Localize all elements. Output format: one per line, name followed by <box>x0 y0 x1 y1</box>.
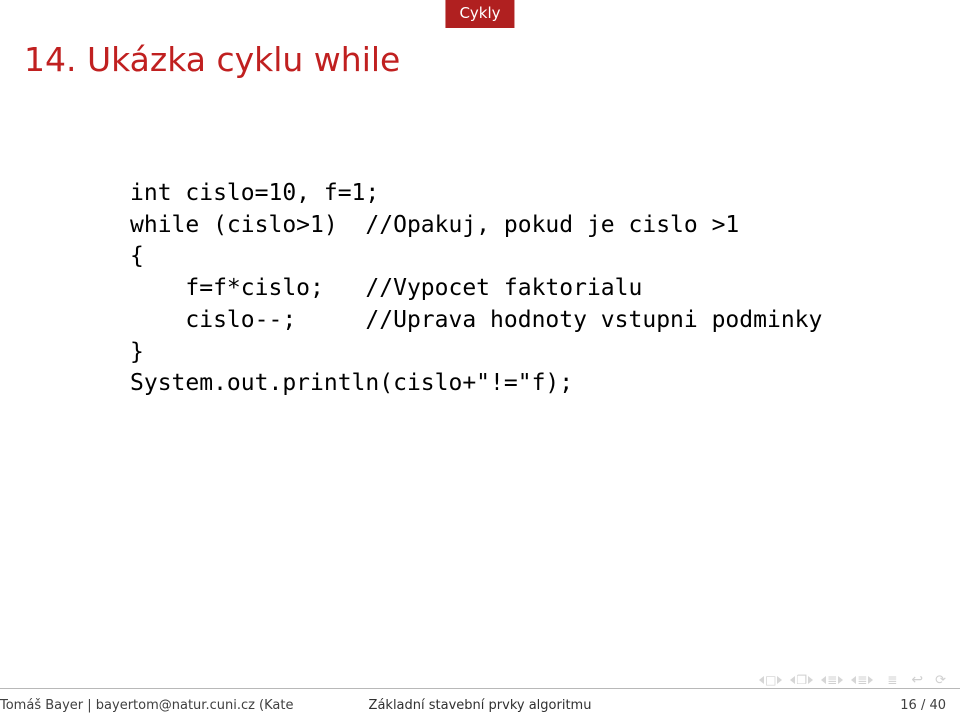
nav-prev-icon <box>821 676 826 684</box>
footer-author: Tomáš Bayer | bayertom@natur.cuni.cz (Ka… <box>0 698 330 713</box>
nav-next-icon <box>777 676 782 684</box>
nav-section[interactable]: ≣ <box>851 674 873 686</box>
nav-frame-icon: ❐ <box>796 674 807 686</box>
nav-frame[interactable]: ❐ <box>790 674 813 686</box>
nav-loop-icon[interactable]: ⟳ <box>935 673 946 688</box>
footer-page-number: 16 / 40 <box>900 698 946 713</box>
nav-subsection[interactable]: ≣ <box>821 674 843 686</box>
footer-title: Základní stavební prvky algoritmu <box>369 698 592 713</box>
slide: { "section": "Cykly", "title": "14. Ukáz… <box>0 0 960 720</box>
nav-next-icon <box>838 676 843 684</box>
code-block: int cislo=10, f=1; while (cislo>1) //Opa… <box>130 178 822 400</box>
nav-goto-icon[interactable]: ≣ <box>887 674 897 686</box>
section-tab: Cykly <box>445 0 514 28</box>
nav-prev-icon <box>790 676 795 684</box>
nav-next-icon <box>808 676 813 684</box>
nav-sec-icon: ≣ <box>857 674 867 686</box>
nav-sub-icon: ≣ <box>827 674 837 686</box>
nav-slide-icon: □ <box>765 674 776 686</box>
nav-prev-icon <box>759 676 764 684</box>
footer: Tomáš Bayer | bayertom@natur.cuni.cz (Ka… <box>0 689 960 720</box>
nav-back-icon[interactable]: ↩ <box>911 672 923 688</box>
slide-title: 14. Ukázka cyklu while <box>24 40 400 79</box>
nav-prev-icon <box>851 676 856 684</box>
nav-next-icon <box>868 676 873 684</box>
nav-icons: □ ❐ ≣ ≣ ≣ ↩ ⟳ <box>759 672 946 688</box>
nav-slide[interactable]: □ <box>759 674 782 686</box>
